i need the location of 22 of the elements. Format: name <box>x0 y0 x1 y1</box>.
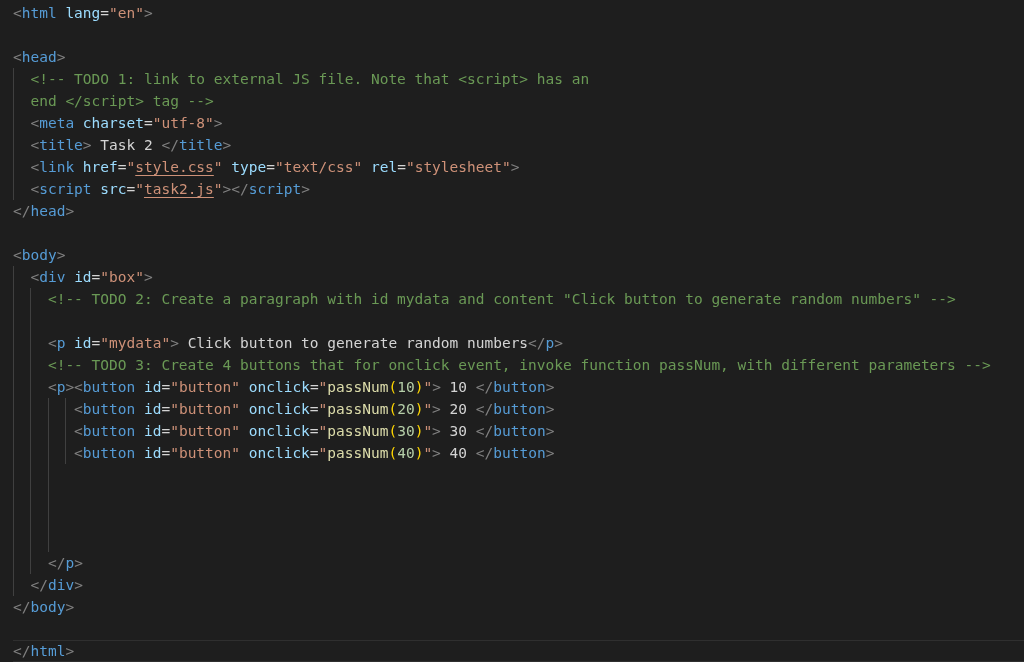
code-line: <button id="button" onclick="passNum(20)"> 20 </button> <box>73 401 555 417</box>
code-line: </body> <box>13 599 75 615</box>
code-line: <!-- TODO 3: Create 4 buttons that for onclick event, invoke function passNum, with different parameters --> <box>46 357 991 373</box>
code-line: <body> <box>13 247 66 263</box>
code-line: <button id="button" onclick="passNum(30)"> 30 </button> <box>73 423 555 439</box>
code-line: </html> <box>13 643 75 659</box>
code-line: <!-- TODO 2: Create a paragraph with id mydata and content "Click button to generate random numbers" --> <box>46 291 956 307</box>
code-line: </div> <box>29 577 83 593</box>
code-line: <p><button id="button" onclick="passNum(10)"> 10 </button> <box>46 379 555 395</box>
code-line: <head> <box>13 49 66 65</box>
code-line: <link href="style.css" type="text/css" rel="stylesheet"> <box>29 159 520 175</box>
code-line: end </script> tag --> <box>29 93 214 109</box>
code-line: <div id="box"> <box>29 269 153 285</box>
code-line: <p id="mydata"> Click button to generate random numbers</p> <box>46 335 564 351</box>
code-line: <button id="button" onclick="passNum(40)"> 40 </button> <box>73 445 555 461</box>
code-line: </head> <box>13 203 75 219</box>
code-line: <html lang="en"> <box>13 5 153 21</box>
code-line: <title> Task 2 </title> <box>29 137 232 153</box>
code-line: <meta charset="utf-8"> <box>29 115 223 131</box>
code-line: </p> <box>46 555 83 571</box>
code-line: <!-- TODO 1: link to external JS file. Note that <script> has an <box>29 71 590 87</box>
code-line: <script src="task2.js"></script> <box>29 181 310 197</box>
